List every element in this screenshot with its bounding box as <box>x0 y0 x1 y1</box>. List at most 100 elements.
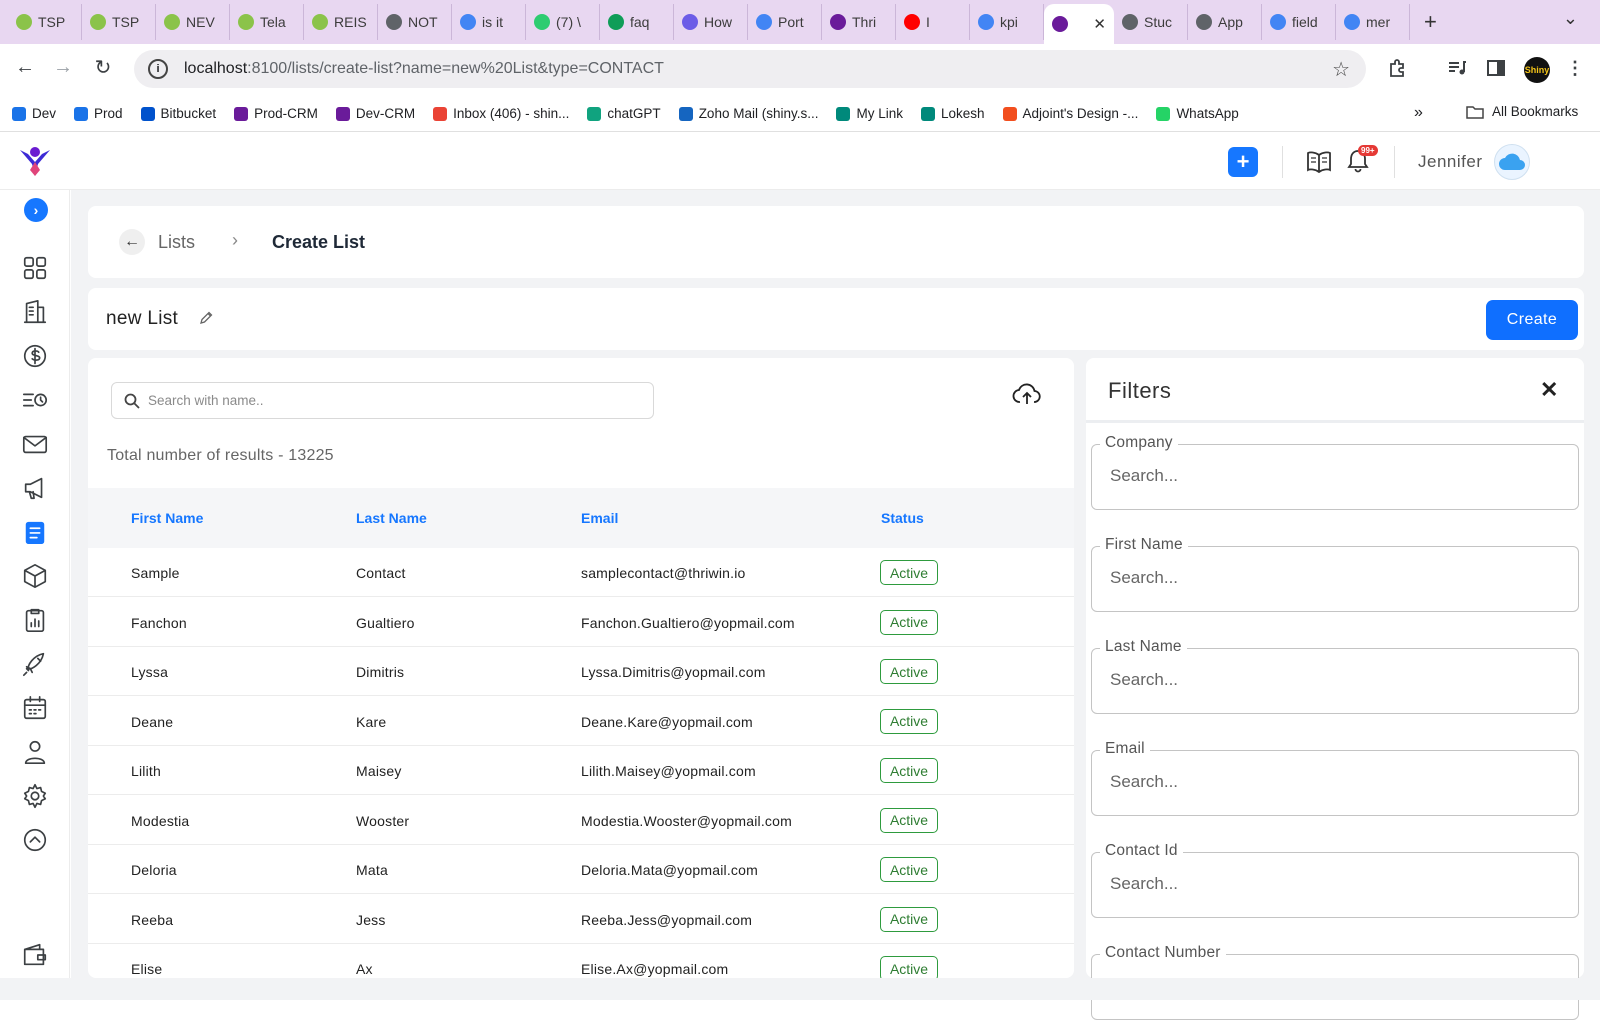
new-tab-icon[interactable]: + <box>1424 9 1437 35</box>
media-control-icon[interactable] <box>1447 58 1467 83</box>
user-icon[interactable] <box>20 737 50 767</box>
calendar-icon[interactable] <box>20 693 50 723</box>
browser-tab[interactable]: mer <box>1336 4 1410 40</box>
column-header-last-name[interactable]: Last Name <box>356 510 427 526</box>
site-info-icon[interactable]: i <box>148 59 168 79</box>
back-button[interactable]: ← <box>119 229 145 255</box>
reload-icon[interactable]: ↻ <box>84 55 122 80</box>
browser-tab[interactable]: I <box>896 4 970 40</box>
browser-tab[interactable]: field <box>1262 4 1336 40</box>
tab-close-icon[interactable]: ✕ <box>1093 15 1106 33</box>
filter-search-input[interactable] <box>1110 874 1330 894</box>
report-clipboard-icon[interactable] <box>20 605 50 635</box>
browser-tab[interactable]: Port <box>748 4 822 40</box>
breadcrumb-lists-link[interactable]: Lists <box>158 232 195 253</box>
column-header-status[interactable]: Status <box>881 510 924 526</box>
book-icon[interactable] <box>1306 150 1332 180</box>
tab-label: Thri <box>852 14 877 30</box>
collapse-up-icon[interactable] <box>20 825 50 855</box>
browser-tab[interactable]: Tela <box>230 4 304 40</box>
dollar-icon[interactable] <box>20 341 50 371</box>
browser-tab[interactable]: (7) \ <box>526 4 600 40</box>
dashboard-icon[interactable] <box>20 253 50 283</box>
more-bookmarks-icon[interactable]: » <box>1414 104 1423 122</box>
tab-favicon-icon <box>386 14 402 30</box>
browser-tab[interactable]: TSP <box>8 4 82 40</box>
all-bookmarks-folder[interactable]: All Bookmarks <box>1466 104 1578 119</box>
chevron-right-icon: › <box>232 230 238 250</box>
rocket-icon[interactable] <box>20 649 50 679</box>
browser-tab[interactable]: REIS <box>304 4 378 40</box>
bookmark-item[interactable]: Adjoint's Design -... <box>1002 106 1138 121</box>
user-name[interactable]: Jennifer <box>1418 152 1482 172</box>
first-name-cell: Modestia <box>131 812 190 829</box>
bookmark-item[interactable]: WhatsApp <box>1156 106 1239 121</box>
browser-tab[interactable]: faq <box>600 4 674 40</box>
browser-tab[interactable]: NEV <box>156 4 230 40</box>
browser-tab[interactable]: Thri <box>822 4 896 40</box>
filter-search-input[interactable] <box>1110 772 1330 792</box>
close-icon[interactable]: ✕ <box>1540 377 1558 403</box>
bookmark-item[interactable]: chatGPT <box>587 106 661 121</box>
megaphone-icon[interactable] <box>20 473 50 503</box>
list-clipboard-icon[interactable] <box>20 517 50 547</box>
bookmark-item[interactable]: Prod <box>74 106 123 121</box>
bookmark-item[interactable]: My Link <box>836 106 903 121</box>
side-panel-icon[interactable] <box>1486 58 1506 83</box>
tab-favicon-icon <box>682 14 698 30</box>
bookmark-item[interactable]: Inbox (406) - shin... <box>433 106 569 121</box>
tab-search-icon[interactable]: ⌄ <box>1563 8 1578 29</box>
bookmark-favicon-icon <box>1156 106 1171 121</box>
filter-search-input[interactable] <box>1110 670 1330 690</box>
sidebar-expand-button[interactable]: › <box>24 198 48 222</box>
quick-add-button[interactable]: + <box>1228 147 1258 177</box>
bookmark-item[interactable]: Lokesh <box>921 106 985 121</box>
bookmark-item[interactable]: Prod-CRM <box>234 106 318 121</box>
browser-tab[interactable]: kpi <box>970 4 1044 40</box>
extensions-icon[interactable] <box>1387 58 1407 83</box>
task-timer-icon[interactable] <box>20 385 50 415</box>
address-bar[interactable]: i localhost:8100/lists/create-list?name=… <box>134 50 1366 88</box>
browser-tab[interactable]: TSP <box>82 4 156 40</box>
settings-icon[interactable] <box>20 781 50 811</box>
browser-tab[interactable]: How <box>674 4 748 40</box>
tab-favicon-icon <box>90 14 106 30</box>
bookmark-favicon-icon <box>140 106 155 121</box>
filter-search-input[interactable] <box>1110 466 1330 486</box>
browser-profile-avatar[interactable]: Shiny <box>1524 57 1550 83</box>
browser-tab[interactable]: Stuc <box>1114 4 1188 40</box>
browser-tab[interactable]: NOT <box>378 4 452 40</box>
browser-tab[interactable]: App <box>1188 4 1262 40</box>
browser-tab-active[interactable]: ✕ <box>1044 4 1114 44</box>
column-header-first-name[interactable]: First Name <box>131 510 203 526</box>
tab-label: I <box>926 14 930 30</box>
cube-icon[interactable] <box>20 561 50 591</box>
back-arrow-icon[interactable]: ← <box>6 56 44 79</box>
browser-menu-icon[interactable]: ⋮ <box>1566 58 1584 79</box>
bookmark-item[interactable]: Dev-CRM <box>335 106 415 121</box>
cloud-upload-icon[interactable] <box>1012 382 1042 411</box>
edit-pencil-icon[interactable] <box>198 310 214 331</box>
bookmark-item[interactable]: Zoho Mail (shiny.s... <box>678 106 818 121</box>
building-icon[interactable] <box>20 297 50 327</box>
bookmark-label: chatGPT <box>607 106 661 121</box>
mail-icon[interactable] <box>20 429 50 459</box>
last-name-cell: Wooster <box>356 812 410 829</box>
email-cell: Modestia.Wooster@yopmail.com <box>581 812 792 829</box>
create-button[interactable]: Create <box>1486 300 1578 340</box>
filter-label: First Name <box>1100 536 1188 554</box>
search-input[interactable] <box>148 393 628 408</box>
tab-label: (7) \ <box>556 14 581 30</box>
wallet-icon[interactable] <box>20 940 50 970</box>
user-avatar[interactable] <box>1494 144 1530 180</box>
bookmark-star-icon[interactable]: ☆ <box>1332 57 1350 82</box>
bookmark-item[interactable]: Dev <box>12 106 56 121</box>
app-logo-icon[interactable] <box>18 144 52 178</box>
browser-tab[interactable]: is it <box>452 4 526 40</box>
forward-arrow-icon[interactable]: → <box>44 56 82 79</box>
search-box[interactable] <box>111 382 654 419</box>
bookmark-item[interactable]: Bitbucket <box>140 106 216 121</box>
filter-label: Contact Number <box>1100 944 1226 962</box>
column-header-email[interactable]: Email <box>581 510 618 526</box>
filter-search-input[interactable] <box>1110 568 1330 588</box>
